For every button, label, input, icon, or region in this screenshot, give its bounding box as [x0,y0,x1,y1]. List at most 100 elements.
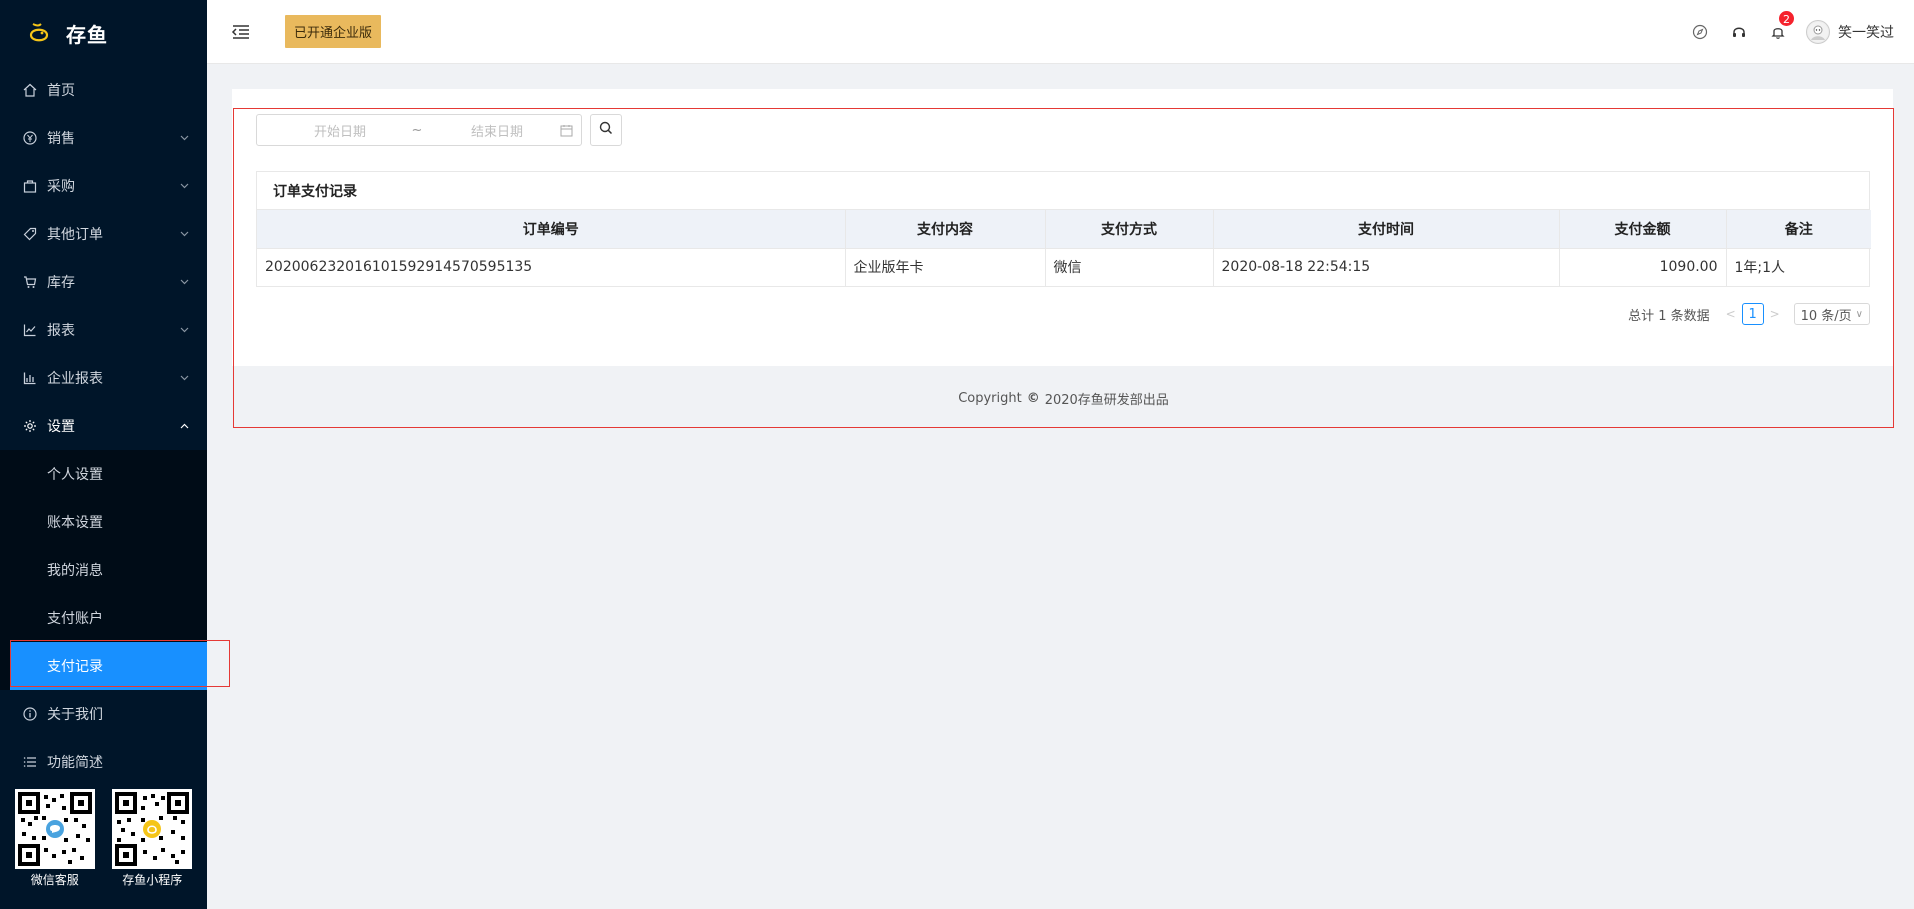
qr-codes: 微信客服 存鱼小程序 [0,789,207,888]
sidebar-item-home[interactable]: 首页 [0,66,207,114]
sidebar-item-label: 企业报表 [47,371,103,387]
payment-records-table: 订单编号 支付内容 支付方式 支付时间 支付金额 备注 202006232016… [257,210,1871,286]
sidebar-item-payment-records[interactable]: 支付记录 [10,642,207,690]
cell-method: 微信 [1045,248,1214,286]
table-title: 订单支付记录 [257,172,1869,210]
filter-bar: 开始日期 ~ 结束日期 [256,114,622,146]
menu-fold-icon[interactable] [231,24,251,40]
sidebar-item-label: 其他订单 [47,227,103,243]
qr-label: 存鱼小程序 [122,873,183,887]
date-separator: ~ [411,122,423,138]
qr-mini-program: 存鱼小程序 [112,789,193,888]
sidebar-item-about[interactable]: 关于我们 [0,690,207,738]
bell-icon[interactable]: 2 [1768,10,1795,42]
bag-icon [22,178,38,194]
chevron-down-icon [179,325,189,335]
bar-chart-icon [22,370,38,386]
qr-code-wechat-image [14,789,95,869]
sidebar-item-features[interactable]: 功能简述 [0,738,207,786]
pagination: 总计 1 条数据 < 1 > 10 条/页 ∨ [1628,303,1870,325]
qr-code-mini-program-image [112,789,193,869]
sidebar-item-label: 报表 [47,323,75,339]
chevron-down-icon [179,373,189,383]
top-header: 已开通企业版 2 笑一笑过 [207,0,1914,64]
pagination-total: 总计 1 条数据 [1628,308,1710,324]
footer-copyright-label: Copyright [958,390,1022,406]
qr-wechat-service: 微信客服 [14,789,95,888]
sidebar-item-label: 首页 [47,83,75,99]
notification-count-badge: 2 [1778,10,1795,27]
column-header-content[interactable]: 支付内容 [845,210,1046,249]
chevron-up-icon [179,421,189,431]
enterprise-badge[interactable]: 已开通企业版 [285,15,382,48]
sidebar-item-personal-settings[interactable]: 个人设置 [0,450,207,498]
header-actions: 2 笑一笑过 [1671,0,1894,64]
settings-submenu: 个人设置 账本设置 我的消息 支付账户 支付记录 [0,450,207,690]
logo[interactable]: 存鱼 [0,0,207,66]
sidebar-item-label: 设置 [47,419,75,435]
column-header-time[interactable]: 支付时间 [1213,210,1560,249]
gear-icon [22,418,38,434]
search-button[interactable] [590,114,622,146]
brand-name: 存鱼 [66,22,108,47]
page-size-select[interactable]: 10 条/页 ∨ [1793,303,1870,325]
cell-order-no: 20200623201610159291457059513​5 [257,248,846,286]
next-page-icon[interactable]: > [1764,307,1786,321]
start-date-input[interactable]: 开始日期 [257,121,407,140]
column-header-remark[interactable]: 备注 [1726,210,1871,249]
sidebar-item-reports[interactable]: 报表 [0,306,207,354]
sidebar-item-label: 销售 [47,131,75,147]
sidebar-item-enterprise-reports[interactable]: 企业报表 [0,354,207,402]
sidebar-item-other-orders[interactable]: 其他订单 [0,210,207,258]
table-row[interactable]: 20200623201610159291457059513​5 企业版年卡 微信… [257,248,1871,286]
home-icon [22,82,38,98]
info-icon [22,706,38,722]
compass-icon[interactable] [1690,22,1710,42]
headset-icon[interactable] [1729,22,1749,42]
page-number-current[interactable]: 1 [1741,303,1764,325]
chevron-down-icon [179,277,189,287]
prev-page-icon[interactable]: < [1720,307,1742,321]
footer-text: 2020存鱼研发部出品 [1044,392,1169,408]
chevron-down-icon [179,133,189,143]
sidebar: 存鱼 首页 销售 采购 其他订单 库存 报表 企业报表 设置 个人设置 账本设置… [0,0,207,909]
sidebar-item-settings[interactable]: 设置 [0,402,207,450]
sidebar-item-sales[interactable]: 销售 [0,114,207,162]
sidebar-item-payment-account[interactable]: 支付账户 [0,594,207,642]
footer: Copyright © 2020存鱼研发部出品 [233,368,1894,428]
chevron-down-icon: ∨ [1855,308,1863,320]
copyright-icon: © [1026,390,1040,406]
yen-icon [22,130,38,146]
cell-amount: 1090.00 [1559,248,1727,286]
line-chart-icon [22,322,38,338]
calendar-icon [551,124,581,137]
sidebar-item-purchase[interactable]: 采购 [0,162,207,210]
username: 笑一笑过 [1838,25,1894,41]
table-header-row: 订单编号 支付内容 支付方式 支付时间 支付金额 备注 [257,210,1871,249]
cart-icon [22,274,38,290]
sidebar-item-ledger-settings[interactable]: 账本设置 [0,498,207,546]
sidebar-item-my-messages[interactable]: 我的消息 [0,546,207,594]
page-size-value: 10 条/页 [1800,308,1852,324]
avatar [1806,20,1830,44]
column-header-method[interactable]: 支付方式 [1045,210,1214,249]
sidebar-item-label: 关于我们 [47,707,103,723]
date-range-picker[interactable]: 开始日期 ~ 结束日期 [256,114,582,146]
column-header-order-no[interactable]: 订单编号 [257,210,846,249]
cell-time: 2020-08-18 22:54:15 [1213,248,1560,286]
sidebar-item-label: 采购 [47,179,75,195]
search-icon [599,121,613,139]
chevron-down-icon [179,229,189,239]
sidebar-item-inventory[interactable]: 库存 [0,258,207,306]
chevron-down-icon [179,181,189,191]
tag-icon [22,226,38,242]
column-header-amount[interactable]: 支付金额 [1559,210,1727,249]
cell-remark: 1年;1人 [1734,260,1786,277]
user-menu[interactable]: 笑一笑过 [1806,20,1894,44]
list-icon [22,754,38,770]
end-date-input[interactable]: 结束日期 [427,121,551,140]
sidebar-item-label: 库存 [47,275,75,291]
sidebar-item-label: 功能简述 [47,755,103,771]
fish-logo-icon [26,20,52,46]
cell-content: 企业版年卡 [845,248,1046,286]
